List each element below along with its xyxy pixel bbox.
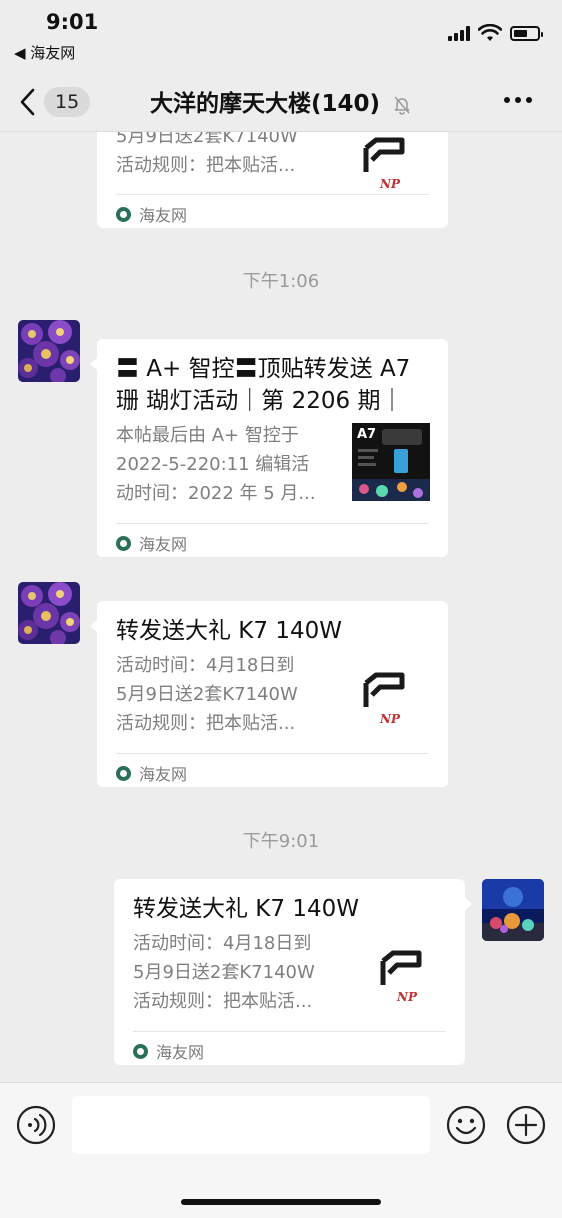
more-options-button[interactable] <box>504 90 536 110</box>
card-title-line: 〓 A+ 智控〓顶贴转发送 A7 <box>116 356 411 382</box>
bell-slash-icon <box>394 96 410 115</box>
message-timestamp: 下午9:01 <box>242 831 320 852</box>
card-title: 转发送大礼 K7 140W <box>116 618 342 644</box>
source-app-icon <box>116 765 131 781</box>
card-title: 转发送大礼 K7 140W <box>133 896 359 922</box>
home-indicator[interactable] <box>181 1199 381 1205</box>
sender-avatar[interactable] <box>18 320 80 382</box>
card-thumbnail: NP <box>369 931 447 1009</box>
card-description-line: 动时间：2022 年 5 月... <box>116 483 316 504</box>
source-app-icon <box>116 535 131 551</box>
battery-level <box>514 29 528 37</box>
card-thumbnail: A7 <box>352 423 430 501</box>
wifi-icon <box>478 24 502 41</box>
card-description-line: 本帖最后由 A+ 智控于 <box>116 425 299 446</box>
more-dots-icon <box>504 97 510 103</box>
source-app-icon <box>116 206 131 222</box>
card-description-line: 5月9日送2套K7140W <box>116 684 298 705</box>
card-source-name: 海友网 <box>139 535 188 554</box>
chat-header: 15 大洋的摩天大楼(140) <box>0 70 562 132</box>
chat-title: 大洋的摩天大楼(140) <box>0 84 562 118</box>
card-divider <box>116 753 429 754</box>
card-thumbnail: NP <box>352 653 430 731</box>
card-description-line: 活动规则：把本贴活... <box>116 713 296 734</box>
card-source: 海友网 <box>133 1039 204 1063</box>
source-app-icon <box>133 1043 148 1059</box>
card-source-name: 海友网 <box>156 1043 205 1062</box>
my-avatar[interactable] <box>482 879 544 941</box>
svg-text:NP: NP <box>379 712 401 726</box>
chat-messages[interactable]: 5月9日送2套K7140W 活动规则：把本贴活... NP 海友网 下午1:06… <box>0 132 562 1082</box>
card-thumbnail: NP <box>352 132 430 196</box>
card-description-line: 活动时间：4月18日到 <box>116 655 295 676</box>
plus-icon[interactable] <box>506 1105 546 1145</box>
link-card-message[interactable]: 〓 A+ 智控〓顶贴转发送 A7 珊 瑚灯活动｜第 2206 期｜ 本帖最后由 … <box>90 339 448 557</box>
svg-text:NP: NP <box>379 177 401 191</box>
card-source-name: 海友网 <box>139 206 188 225</box>
card-description-line: 2022-5-220:11 编辑活 <box>116 454 310 475</box>
card-description-line: 活动时间：4月18日到 <box>133 933 312 954</box>
card-source: 海友网 <box>116 761 187 785</box>
message-input-bar <box>0 1082 562 1218</box>
back-to-app-link[interactable]: ◀ 海友网 <box>14 42 75 63</box>
card-divider <box>116 523 429 524</box>
battery-icon <box>510 25 543 41</box>
link-card-message[interactable]: 5月9日送2套K7140W 活动规则：把本贴活... NP 海友网 <box>97 132 448 228</box>
card-source: 海友网 <box>116 202 187 226</box>
status-icons <box>448 24 543 42</box>
chat-title-text: 大洋的摩天大楼(140) <box>149 91 381 117</box>
svg-text:A7: A7 <box>357 427 376 442</box>
card-source: 海友网 <box>116 531 187 555</box>
message-timestamp: 下午1:06 <box>242 271 320 292</box>
card-description-line: 5月9日送2套K7140W <box>116 132 298 147</box>
link-card-message[interactable]: 转发送大礼 K7 140W 活动时间：4月18日到 5月9日送2套K7140W … <box>114 879 472 1065</box>
sender-avatar[interactable] <box>18 582 80 644</box>
card-description-line: 活动规则：把本贴活... <box>133 991 313 1012</box>
card-title-line: 珊 瑚灯活动｜第 2206 期｜ <box>116 388 404 414</box>
emoji-icon[interactable] <box>446 1105 486 1145</box>
card-divider <box>116 194 429 195</box>
card-source-name: 海友网 <box>139 765 188 784</box>
cellular-signal-icon <box>448 25 470 41</box>
card-divider <box>133 1031 446 1032</box>
message-text-input[interactable] <box>72 1096 430 1154</box>
voice-icon[interactable] <box>16 1105 56 1145</box>
card-description-line: 活动规则：把本贴活... <box>116 155 296 176</box>
card-description-line: 5月9日送2套K7140W <box>133 962 315 983</box>
status-time: 9:01 <box>46 10 99 34</box>
svg-text:NP: NP <box>396 990 418 1004</box>
link-card-message[interactable]: 转发送大礼 K7 140W 活动时间：4月18日到 5月9日送2套K7140W … <box>90 601 448 787</box>
status-bar: 9:01 ◀ 海友网 <box>0 0 562 70</box>
